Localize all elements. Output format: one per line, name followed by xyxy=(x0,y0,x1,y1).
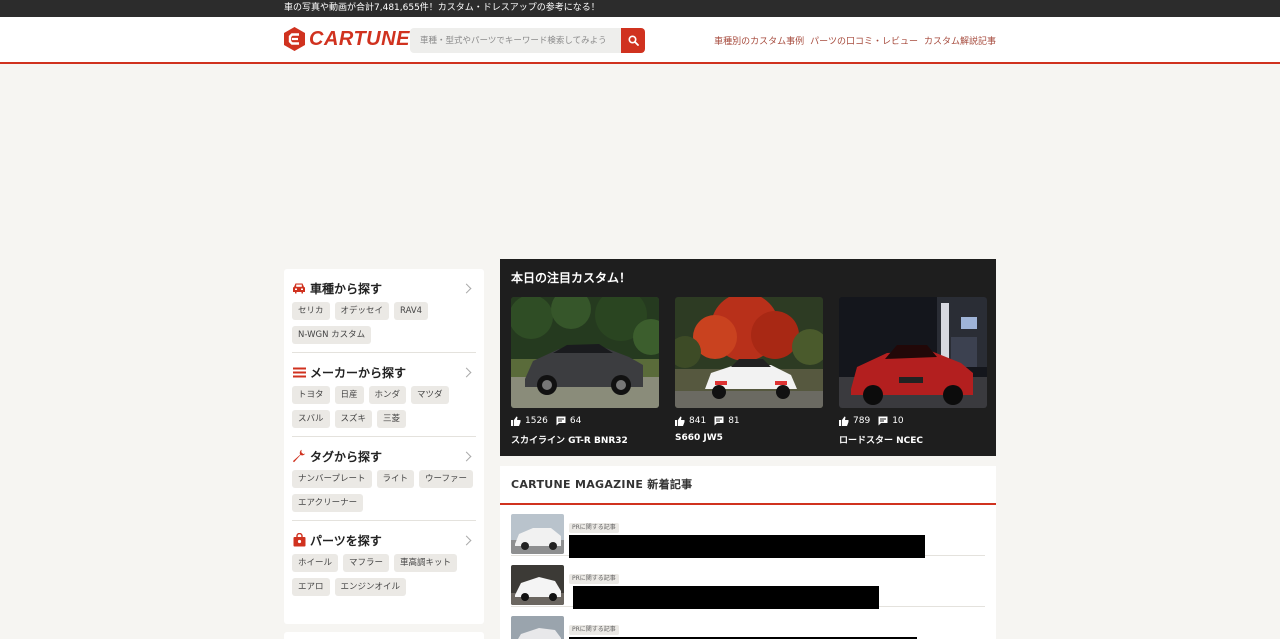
tag-chip[interactable]: スズキ xyxy=(334,410,373,428)
like-count: 841 xyxy=(689,416,707,426)
chevron-right-icon xyxy=(461,367,472,377)
like-count: 789 xyxy=(853,416,871,426)
comment-count: 64 xyxy=(569,416,582,426)
announcement-text: 車の写真や動画が合計7,481,655件！カスタム・ドレスアップの参考になる！ xyxy=(284,3,600,13)
tag-chip[interactable]: 車高調キット xyxy=(394,554,458,572)
section-title: パーツを探す xyxy=(310,533,382,548)
section-header-car-model[interactable]: 車種から探す xyxy=(292,277,476,299)
article-thumbnail xyxy=(511,616,564,639)
nav-link-custom-articles[interactable]: カスタム解説記事 xyxy=(924,34,996,47)
cartune-logo-icon xyxy=(284,27,305,51)
sidebar-section-maker: メーカーから探す トヨタ 日産 ホンダ マツダ スバル スズキ 三菱 xyxy=(292,359,476,437)
article-row[interactable]: PRに関する記事 xyxy=(511,505,985,558)
featured-title: 本日の注目カスタム！ xyxy=(511,271,632,285)
pr-badge: PRに関する記事 xyxy=(569,523,619,533)
comment-icon xyxy=(714,416,724,426)
tag-chip[interactable]: RAV4 xyxy=(394,302,429,320)
tag-chip[interactable]: エンジンオイル xyxy=(334,578,407,596)
tag-chip[interactable]: ホンダ xyxy=(368,386,407,404)
tag-chip[interactable]: マツダ xyxy=(411,386,449,404)
search-sidebar: 車種から探す セリカ オデッセイ RAV4 N-WGN カスタム メーカーから探… xyxy=(284,269,484,624)
card-stats: 1526 64 xyxy=(511,415,659,427)
redacted-title xyxy=(569,535,925,558)
tag-chip[interactable]: N-WGN カスタム xyxy=(292,326,372,344)
chevron-right-icon xyxy=(461,283,472,293)
site-header: CARTUNE 車種別のカスタム事例 パーツの口コミ・レビュー カスタム解説記事 xyxy=(0,17,1280,64)
car-photo xyxy=(839,297,987,408)
tag-chip[interactable]: ウーファー xyxy=(419,470,474,488)
nav-link-car-custom[interactable]: 車種別のカスタム事例 xyxy=(714,34,804,47)
car-photo xyxy=(511,297,659,408)
car-photo xyxy=(675,297,823,408)
sidebar-next-panel xyxy=(284,632,484,639)
sidebar-section-parts: パーツを探す ホイール マフラー 車高調キット エアロ エンジンオイル xyxy=(292,527,476,604)
car-name: S660 JW5 xyxy=(675,433,723,443)
comment-count: 81 xyxy=(728,416,740,426)
section-title: 車種から探す xyxy=(310,281,383,296)
announcement-bar: 車の写真や動画が合計7,481,655件！カスタム・ドレスアップの参考になる！ xyxy=(0,0,1280,17)
chevron-right-icon xyxy=(461,451,472,461)
search-input[interactable] xyxy=(410,28,621,53)
tag-chip[interactable]: マフラー xyxy=(343,554,390,572)
nav-link-parts-review[interactable]: パーツの口コミ・レビュー xyxy=(810,34,918,47)
section-title: メーカーから探す xyxy=(310,365,407,380)
search-bar xyxy=(410,28,645,53)
pr-badge: PRに関する記事 xyxy=(569,574,619,584)
wrench-icon xyxy=(292,449,306,463)
featured-card[interactable]: 789 10 ロードスター NCEC xyxy=(839,297,987,446)
magazine-panel: CARTUNE MAGAZINE 新着記事 PRに関する記事 PRに関する記事 xyxy=(500,466,996,639)
sidebar-section-tag: タグから探す ナンバープレート ライト ウーファー エアクリーナー xyxy=(292,443,476,521)
thumbs-up-icon xyxy=(839,416,849,426)
section-header-tag[interactable]: タグから探す xyxy=(292,445,476,467)
section-header-parts[interactable]: パーツを探す xyxy=(292,529,476,551)
redacted-title xyxy=(573,586,879,609)
tag-chip[interactable]: トヨタ xyxy=(292,386,330,404)
tag-chip[interactable]: オデッセイ xyxy=(334,302,390,320)
header-nav: 車種別のカスタム事例 パーツの口コミ・レビュー カスタム解説記事 xyxy=(714,34,996,47)
section-title: タグから探す xyxy=(310,449,383,464)
site-logo[interactable]: CARTUNE xyxy=(284,27,410,51)
tag-chip[interactable]: ライト xyxy=(376,470,415,488)
tag-chip[interactable]: ホイール xyxy=(292,554,339,572)
card-stats: 841 81 xyxy=(675,415,823,427)
article-row[interactable]: PRに関する記事 xyxy=(511,556,985,609)
like-count: 1526 xyxy=(525,416,548,426)
pr-badge: PRに関する記事 xyxy=(569,625,619,635)
tag-chip[interactable]: スバル xyxy=(292,410,330,428)
tag-chip[interactable]: 三菱 xyxy=(377,410,407,428)
comment-icon xyxy=(556,416,566,426)
logo-wordmark: CARTUNE xyxy=(309,27,410,50)
search-button[interactable] xyxy=(621,28,645,53)
featured-card[interactable]: 841 81 S660 JW5 xyxy=(675,297,823,446)
sidebar-section-car-model: 車種から探す セリカ オデッセイ RAV4 N-WGN カスタム xyxy=(292,275,476,353)
article-row[interactable]: PRに関する記事 xyxy=(511,607,985,639)
tag-chip[interactable]: セリカ xyxy=(292,302,330,320)
thumbs-up-icon xyxy=(511,416,521,426)
article-thumbnail xyxy=(511,514,564,554)
car-icon xyxy=(292,281,306,295)
tag-chip[interactable]: エアロ xyxy=(292,578,330,596)
tag-chip[interactable]: ナンバープレート xyxy=(292,470,372,488)
featured-customs-panel: 本日の注目カスタム！ 1526 64 スカイライン GT-R BNR32 841… xyxy=(500,259,996,456)
section-header-maker[interactable]: メーカーから探す xyxy=(292,361,476,383)
thumbs-up-icon xyxy=(675,416,685,426)
article-thumbnail xyxy=(511,565,564,605)
car-name: スカイライン GT-R BNR32 xyxy=(511,436,628,446)
featured-card[interactable]: 1526 64 スカイライン GT-R BNR32 xyxy=(511,297,659,446)
car-name: ロードスター NCEC xyxy=(839,436,924,446)
comment-icon xyxy=(878,416,888,426)
magazine-title: CARTUNE MAGAZINE 新着記事 xyxy=(500,466,996,505)
shopping-bag-icon xyxy=(292,533,306,547)
card-stats: 789 10 xyxy=(839,415,987,427)
chevron-right-icon xyxy=(461,535,472,545)
tag-chip[interactable]: エアクリーナー xyxy=(292,494,364,512)
tag-chip[interactable]: 日産 xyxy=(334,386,364,404)
menu-lines-icon xyxy=(292,365,306,379)
search-icon xyxy=(627,35,639,46)
comment-count: 10 xyxy=(892,416,904,426)
